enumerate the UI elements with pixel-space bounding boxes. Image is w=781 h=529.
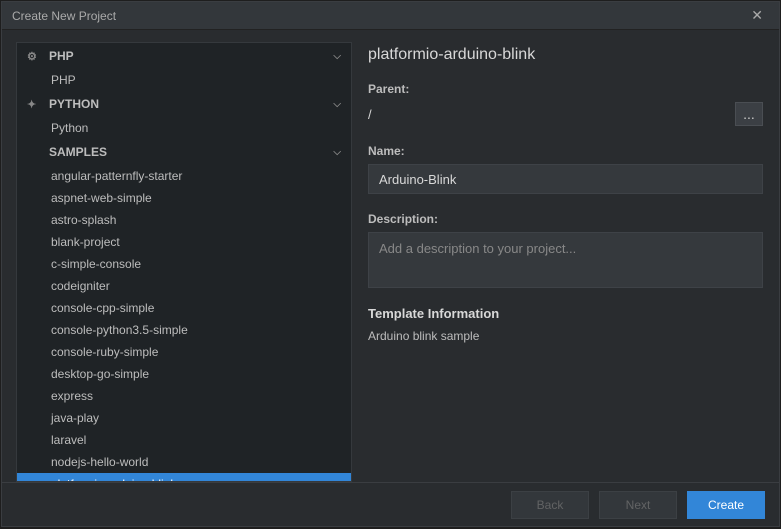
chevron-down-icon: ⌵ [333, 99, 341, 110]
list-item[interactable]: nodejs-hello-world [17, 451, 351, 473]
details-panel: platformio-arduino-blink Parent: / ... N… [368, 42, 765, 482]
category-label: SAMPLES [49, 145, 107, 159]
parent-label: Parent: [368, 82, 763, 96]
dialog-title: Create New Project [12, 9, 745, 23]
name-label: Name: [368, 144, 763, 158]
parent-value: / [368, 107, 727, 122]
category-header[interactable]: ⚙ PHP ⌵ [17, 43, 351, 69]
list-item[interactable]: console-cpp-simple [17, 297, 351, 319]
description-input[interactable]: Add a description to your project... [368, 232, 763, 288]
browse-button[interactable]: ... [735, 102, 763, 126]
dialog: Create New Project ✕ ⚙ PHP ⌵ PHP ✦ PYTHON ⌵ Pyt… [1, 1, 780, 527]
category-icon: ✦ [27, 98, 43, 111]
titlebar: Create New Project ✕ [2, 2, 779, 30]
list-item[interactable]: angular-patternfly-starter [17, 165, 351, 187]
category-samples[interactable]: SAMPLES ⌵ [17, 139, 351, 165]
category-label: PHP [49, 49, 74, 63]
list-item[interactable]: console-python3.5-simple [17, 319, 351, 341]
category-header[interactable]: ✦ PYTHON ⌵ [17, 91, 351, 117]
category-icon: ⚙ [27, 50, 43, 63]
list-item[interactable]: platformio-arduino-blink [17, 473, 351, 481]
category-child[interactable]: PHP [17, 69, 351, 91]
list-item[interactable]: blank-project [17, 231, 351, 253]
name-input[interactable] [379, 172, 752, 187]
next-button[interactable]: Next [599, 491, 677, 519]
list-item[interactable]: laravel [17, 429, 351, 451]
create-button[interactable]: Create [687, 491, 765, 519]
template-info-label: Template Information [368, 306, 763, 321]
list-item[interactable]: console-ruby-simple [17, 341, 351, 363]
list-item[interactable]: c-simple-console [17, 253, 351, 275]
template-tree: ⚙ PHP ⌵ PHP ✦ PYTHON ⌵ Python SAMPLES ⌵ angular… [16, 42, 352, 482]
list-item[interactable]: aspnet-web-simple [17, 187, 351, 209]
description-label: Description: [368, 212, 763, 226]
samples-list[interactable]: angular-patternfly-starteraspnet-web-sim… [17, 165, 351, 481]
footer: Back Next Create [2, 482, 779, 526]
content: ⚙ PHP ⌵ PHP ✦ PYTHON ⌵ Python SAMPLES ⌵ angular… [2, 30, 779, 482]
category-label: PYTHON [49, 97, 99, 111]
list-item[interactable]: astro-splash [17, 209, 351, 231]
list-item[interactable]: java-play [17, 407, 351, 429]
category-child[interactable]: Python [17, 117, 351, 139]
chevron-down-icon: ⌵ [333, 51, 341, 62]
template-heading: platformio-arduino-blink [368, 46, 763, 64]
list-item[interactable]: desktop-go-simple [17, 363, 351, 385]
back-button[interactable]: Back [511, 491, 589, 519]
list-item[interactable]: codeigniter [17, 275, 351, 297]
template-description: Arduino blink sample [368, 329, 763, 343]
list-item[interactable]: express [17, 385, 351, 407]
close-icon[interactable]: ✕ [745, 5, 769, 26]
chevron-down-icon: ⌵ [333, 147, 341, 158]
